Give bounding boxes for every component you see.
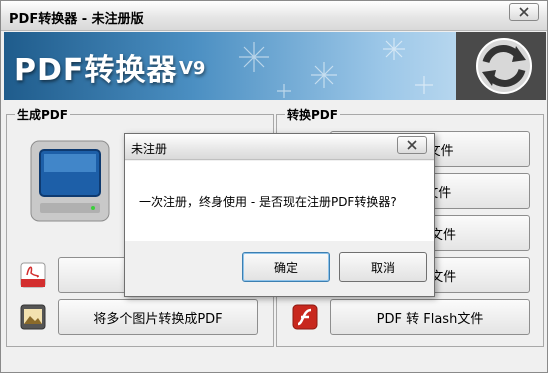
flash-file-icon: [292, 304, 318, 330]
convert-pdf-group-label: 转换PDF: [285, 106, 340, 123]
create-pdf-group-label: 生成PDF: [15, 106, 70, 123]
pdf-file-icon: [20, 262, 46, 288]
pdf-to-flash-button-label: PDF 转 Flash文件: [376, 311, 484, 327]
unregistered-dialog: 未注册 一次注册，终身使用 - 是否现在注册PDF转换器? 确定 取消: [124, 133, 435, 297]
monitor-icon: [30, 140, 110, 222]
dialog-title-bar[interactable]: 未注册: [125, 134, 434, 160]
dialog-body: 一次注册，终身使用 - 是否现在注册PDF转换器?: [125, 161, 434, 241]
cancel-button[interactable]: 取消: [339, 252, 427, 282]
banner-version: V9: [179, 58, 206, 79]
cancel-button-label: 取消: [370, 260, 395, 275]
banner: PDF转换器 V9: [4, 32, 546, 100]
image-file-icon: [20, 304, 46, 330]
refresh-logo-icon: [476, 38, 532, 94]
main-window: PDF转换器 - 未注册版 PDF转换器 V9 生成PDF 将多个图片转换成PD…: [0, 0, 548, 373]
ok-button-label: 确定: [273, 260, 298, 275]
dialog-footer: 确定 取消: [125, 241, 434, 296]
title-bar[interactable]: PDF转换器 - 未注册版: [1, 1, 547, 31]
dialog-message: 一次注册，终身使用 - 是否现在注册PDF转换器?: [139, 195, 397, 209]
window-title: PDF转换器 - 未注册版: [9, 12, 144, 27]
close-icon: [407, 140, 417, 150]
banner-title: PDF转换器: [14, 53, 178, 88]
images-to-pdf-button[interactable]: 将多个图片转换成PDF: [58, 299, 258, 335]
pdf-to-flash-button[interactable]: PDF 转 Flash文件: [330, 299, 530, 335]
close-icon: [519, 7, 529, 17]
window-close-button[interactable]: [509, 3, 539, 21]
images-to-pdf-button-label: 将多个图片转换成PDF: [93, 311, 223, 327]
ok-button[interactable]: 确定: [242, 252, 330, 282]
dialog-close-button[interactable]: [397, 136, 427, 154]
logo: [456, 32, 546, 100]
dialog-title: 未注册: [131, 142, 168, 156]
